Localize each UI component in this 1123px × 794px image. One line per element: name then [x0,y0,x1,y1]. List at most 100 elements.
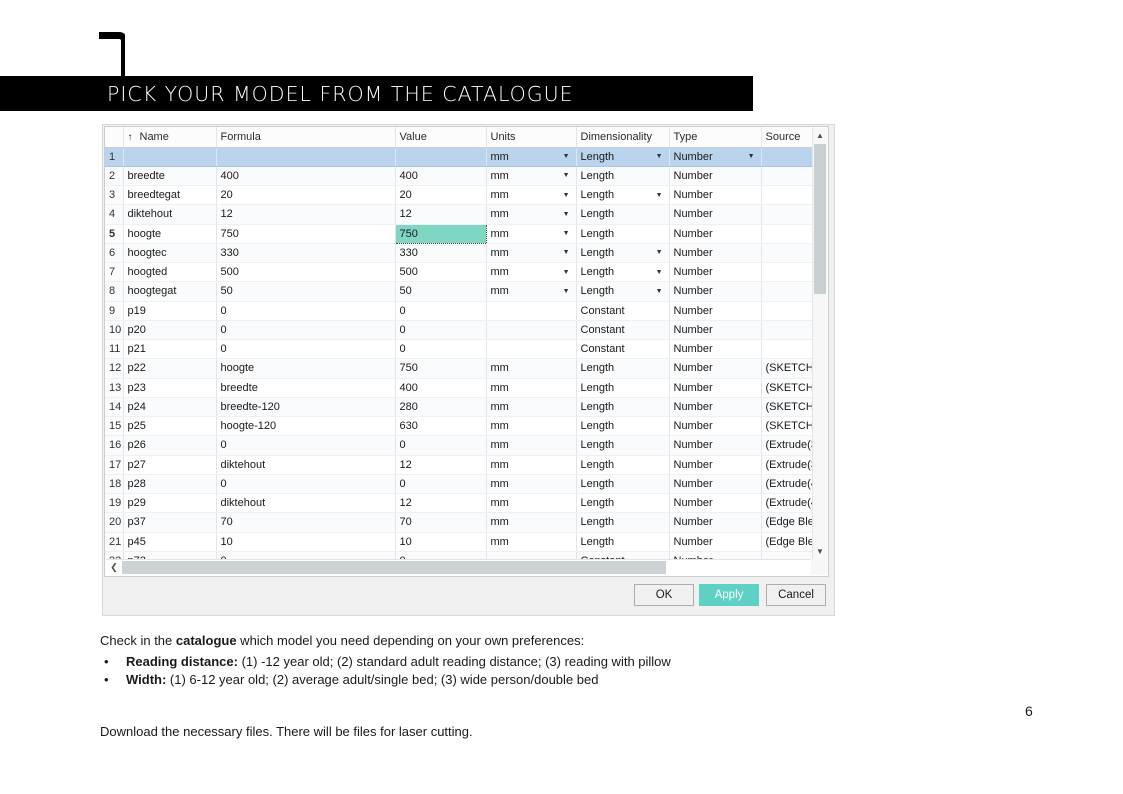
row-number[interactable]: 1 [105,147,124,167]
row-number[interactable]: 2 [105,166,124,187]
cell-value[interactable]: 0 [394,301,487,321]
chevron-down-icon[interactable]: ▼ [563,269,572,276]
table-row[interactable]: 2 breedte 400 400 mm ▼ Length Number [105,166,814,187]
table-row[interactable]: 14 p24 breedte-120 280 mm Length Number (SKETCH… [105,397,814,418]
cell-formula[interactable]: diktehout [216,493,396,514]
cell-source[interactable]: (Edge Blend [761,532,814,552]
cell-type[interactable]: Number [669,166,762,187]
cell-value[interactable]: 12 [394,204,487,225]
row-number[interactable]: 14 [105,397,124,418]
cell-formula[interactable]: 0 [216,339,396,360]
chevron-down-icon[interactable]: ▼ [656,288,665,295]
chevron-down-icon[interactable]: ▼ [563,172,572,179]
cell-value[interactable]: 0 [394,435,487,456]
cell-type[interactable]: Number [669,224,762,244]
cell-formula[interactable]: 0 [216,301,396,321]
column-header-name[interactable]: ↑ Name [123,127,217,148]
cell-name[interactable]: p24 [123,397,217,418]
cell-name[interactable]: p22 [123,358,217,379]
table-row[interactable]: 19p29diktehout12mmLengthNumber(Extrude(4… [105,493,814,514]
chevron-left-icon[interactable]: ❮ [107,560,121,575]
cell-units[interactable] [486,320,577,341]
table-row[interactable]: 9 p19 0 0 Constant Number [105,301,814,321]
cell-dimensionality[interactable]: Constant [576,301,670,321]
cell-name[interactable]: p29 [123,493,217,514]
cell-source[interactable]: (SKETCH_0( [761,397,814,418]
cell-name[interactable]: p28 [123,474,217,495]
table-row[interactable]: 11 p21 0 0 Constant Number [105,339,814,360]
cell-name[interactable]: p26 [123,435,217,456]
cell-name[interactable]: p45 [123,532,217,552]
vertical-scrollbar[interactable]: ▲ ▼ [812,128,827,559]
row-number[interactable]: 16 [105,435,124,456]
row-number[interactable]: 21 [105,532,124,552]
cell-name[interactable]: hoogte [123,224,217,244]
cell-name[interactable]: diktehout [123,204,217,225]
table-row[interactable]: 12p22hoogte750mmLengthNumber(SKETCH_0( [105,358,814,379]
cell-name[interactable]: breedte [123,166,217,187]
chevron-down-icon[interactable]: ▼ [656,249,665,256]
cell-name[interactable]: p23 [123,378,217,398]
column-header-rownum[interactable] [105,127,124,148]
cell-name[interactable]: hoogtec [123,243,217,264]
table-row[interactable]: 7 hoogted 500 500 mm ▼ Length ▼ Number [105,262,814,283]
chevron-down-icon[interactable]: ▼ [563,249,572,256]
chevron-down-icon[interactable]: ▼ [563,192,572,199]
row-number[interactable]: 11 [105,339,124,360]
table-row[interactable]: 4 diktehout 12 12 mm ▼ Length Number [105,204,814,225]
cell-source[interactable] [761,320,814,341]
apply-button[interactable]: Apply [699,584,759,606]
table-row[interactable]: 5 hoogte 750 750 mm ▼ Length Number [105,223,814,244]
table-row[interactable]: 20p377070mmLengthNumber(Edge Blend [105,512,814,533]
cell-formula[interactable]: 750 [216,224,396,244]
cell-source[interactable] [761,147,814,167]
cell-source[interactable]: (SKETCH_0( [761,358,814,379]
cell-units[interactable]: mm ▼ [486,243,577,264]
cell-source[interactable] [761,301,814,321]
column-header-value[interactable]: Value [394,127,487,148]
cell-source[interactable]: (Extrude(4) [761,474,814,495]
column-header-dimensionality[interactable]: Dimensionality [576,127,670,148]
table-row[interactable]: 21p451010mmLengthNumber(Edge Blend [105,532,814,552]
cell-name[interactable]: p19 [123,301,217,321]
cell-source[interactable] [761,204,814,225]
chevron-down-icon[interactable]: ▼ [563,288,572,295]
cell-type[interactable]: Number [669,455,762,475]
cell-type[interactable]: Number [669,397,762,418]
chevron-down-icon[interactable]: ▼ [813,544,827,559]
cell-formula[interactable]: 500 [216,262,396,283]
table-row[interactable]: 18p2800mmLengthNumber(Extrude(4) [105,474,814,495]
cell-value[interactable]: 70 [394,512,487,533]
chevron-down-icon[interactable]: ▼ [563,211,572,218]
table-row[interactable]: 1 mm ▼ Length ▼ Number ▼ [105,147,814,167]
cell-value[interactable]: 750 [394,223,487,244]
cell-dimensionality[interactable]: Length [576,416,670,437]
vertical-scrollbar-thumb[interactable] [814,144,826,294]
cell-formula[interactable]: hoogte [216,358,396,379]
cell-dimensionality[interactable]: Length ▼ [576,185,670,206]
chevron-down-icon[interactable]: ▼ [656,269,665,276]
cell-dimensionality[interactable]: Length [576,493,670,514]
cell-type[interactable]: Number [669,320,762,341]
horizontal-scrollbar-thumb[interactable] [122,561,666,574]
row-number[interactable]: 10 [105,320,124,341]
chevron-down-icon[interactable]: ▼ [563,153,572,160]
cell-source[interactable]: (SKETCH_0( [761,378,814,398]
cell-units[interactable]: mm ▼ [486,204,577,225]
column-header-units[interactable]: Units [486,127,577,148]
cell-dimensionality[interactable]: Constant [576,320,670,341]
cell-formula[interactable]: 0 [216,320,396,341]
cell-units[interactable]: mm ▼ [486,166,577,187]
cell-name[interactable] [123,147,217,167]
cell-source[interactable] [761,281,814,302]
cell-value[interactable]: 400 [394,166,487,187]
cell-source[interactable] [761,185,814,206]
cell-source[interactable]: (Extrude(3) [761,435,814,456]
row-number[interactable]: 6 [105,243,124,264]
column-header-source[interactable]: Source [761,127,814,148]
cell-dimensionality[interactable]: Length [576,397,670,418]
row-number[interactable]: 4 [105,204,124,225]
cell-value[interactable]: 50 [394,281,487,302]
cell-formula[interactable]: 400 [216,166,396,187]
cell-units[interactable]: mm [486,435,577,456]
